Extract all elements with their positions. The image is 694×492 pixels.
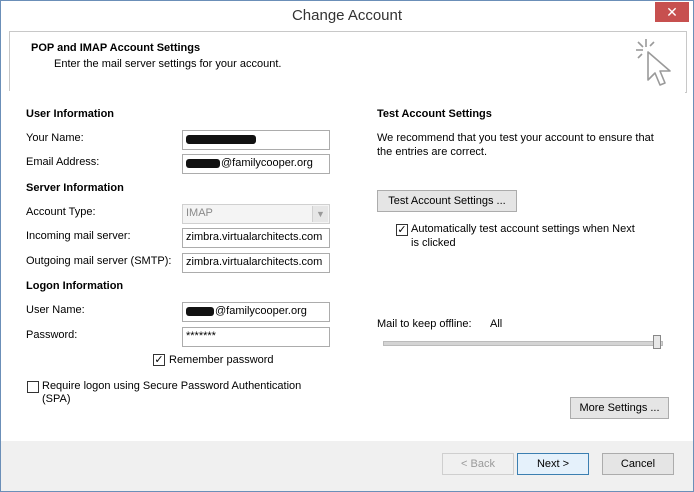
incoming-server-field[interactable]: zimbra.virtualarchitects.com xyxy=(182,228,330,248)
password-label: Password: xyxy=(26,329,78,341)
auto-test-label-line1: Automatically test account settings when… xyxy=(411,223,635,235)
server-info-heading: Server Information xyxy=(26,182,124,194)
logon-info-heading: Logon Information xyxy=(26,280,124,292)
spa-label-line2: (SPA) xyxy=(42,393,71,405)
spa-checkbox[interactable] xyxy=(27,381,39,393)
offline-slider-track xyxy=(383,341,663,346)
email-address-label: Email Address: xyxy=(26,156,100,168)
account-type-label: Account Type: xyxy=(26,206,96,218)
auto-test-checkbox[interactable]: ✓ xyxy=(396,224,408,236)
test-settings-desc-line2: the entries are correct. xyxy=(377,146,488,158)
user-name-label: User Name: xyxy=(26,304,85,316)
outgoing-server-label: Outgoing mail server (SMTP): xyxy=(26,255,172,267)
close-button[interactable]: ✕ xyxy=(655,2,689,22)
cursor-sparkle-icon xyxy=(636,39,671,86)
header-title: POP and IMAP Account Settings xyxy=(31,42,201,54)
test-settings-heading: Test Account Settings xyxy=(377,108,492,120)
more-settings-button[interactable]: More Settings ... xyxy=(570,397,669,419)
your-name-field[interactable] xyxy=(182,130,330,150)
password-field[interactable]: ******* xyxy=(182,327,330,347)
offline-label: Mail to keep offline: xyxy=(377,318,472,330)
checkmark-icon: ✓ xyxy=(154,354,164,366)
auto-test-label-line2: is clicked xyxy=(411,237,456,249)
window-title: Change Account xyxy=(291,7,403,24)
dialog-header: POP and IMAP Account Settings Enter the … xyxy=(9,31,687,93)
spa-label-line1: Require logon using Secure Password Auth… xyxy=(42,380,302,392)
your-name-label: Your Name: xyxy=(26,132,84,144)
remember-password-label: Remember password xyxy=(169,354,274,366)
chevron-down-icon: ▼ xyxy=(312,206,328,222)
user-info-heading: User Information xyxy=(26,108,115,120)
account-type-select: IMAP ▼ xyxy=(182,204,330,224)
test-settings-desc-line1: We recommend that you test your account … xyxy=(377,132,654,144)
header-subtitle: Enter the mail server settings for your … xyxy=(54,58,282,70)
remember-password-checkbox[interactable]: ✓ xyxy=(153,354,165,366)
test-account-settings-button[interactable]: Test Account Settings ... xyxy=(377,190,517,212)
change-account-dialog: Change Account ✕ POP and IMAP Account Se… xyxy=(0,0,694,492)
redacted-mask xyxy=(186,134,256,144)
redacted-mask xyxy=(186,306,214,316)
back-button[interactable]: < Back xyxy=(442,453,514,475)
checkmark-icon: ✓ xyxy=(397,224,407,236)
next-button[interactable]: Next > xyxy=(517,453,589,475)
user-name-field[interactable]: @familycooper.org xyxy=(182,302,330,322)
title-bar: Change Account ✕ xyxy=(1,1,693,31)
offline-value: All xyxy=(490,318,503,330)
offline-slider[interactable] xyxy=(383,334,665,352)
dialog-footer: < Back Next > Cancel xyxy=(1,441,693,491)
cancel-button[interactable]: Cancel xyxy=(602,453,674,475)
redacted-mask xyxy=(186,158,220,168)
outgoing-server-field[interactable]: zimbra.virtualarchitects.com xyxy=(182,253,330,273)
offline-slider-thumb[interactable] xyxy=(653,335,661,349)
email-address-field[interactable]: @familycooper.org xyxy=(182,154,330,174)
settings-body: User Information Your Name: Email Addres… xyxy=(9,91,685,439)
incoming-server-label: Incoming mail server: xyxy=(26,230,131,242)
